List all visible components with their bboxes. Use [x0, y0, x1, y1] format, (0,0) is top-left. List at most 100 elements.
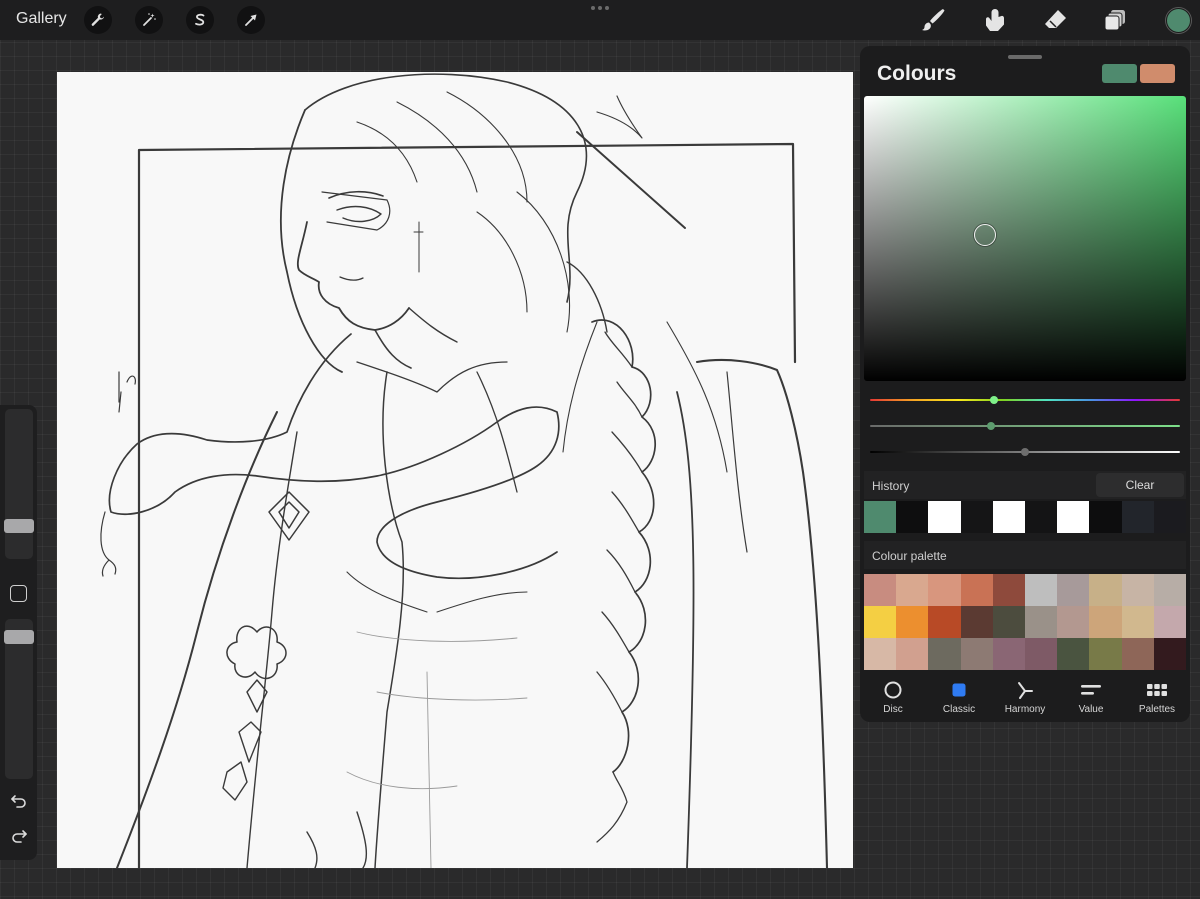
- history-swatch[interactable]: [992, 501, 1026, 533]
- secondary-color-swatch[interactable]: [1140, 64, 1175, 83]
- palette-swatch[interactable]: [1089, 638, 1122, 670]
- redo-button[interactable]: [8, 825, 30, 847]
- palette-swatch[interactable]: [1057, 574, 1090, 606]
- current-color-button[interactable]: [1166, 8, 1191, 33]
- palette-swatch[interactable]: [992, 638, 1025, 670]
- layers-button[interactable]: [1101, 5, 1131, 35]
- undo-button[interactable]: [8, 790, 30, 812]
- palette-label: Colour palette: [872, 549, 947, 563]
- history-swatch[interactable]: [1153, 501, 1187, 533]
- selection-icon: [195, 13, 205, 26]
- palette-swatch[interactable]: [864, 638, 897, 670]
- color-picker-reticle[interactable]: [974, 224, 996, 246]
- palette-swatch[interactable]: [896, 574, 929, 606]
- gallery-button[interactable]: Gallery: [16, 10, 67, 28]
- brush-size-slider[interactable]: [4, 409, 34, 559]
- palette-swatch[interactable]: [1057, 638, 1090, 670]
- more-dots-icon[interactable]: [590, 5, 610, 11]
- palette-swatch[interactable]: [992, 606, 1025, 638]
- modify-button[interactable]: [10, 585, 27, 602]
- palette-swatches: [864, 574, 1186, 670]
- history-swatch[interactable]: [1057, 501, 1090, 533]
- paint-tool-button[interactable]: [918, 5, 948, 35]
- palette-swatch[interactable]: [928, 638, 961, 670]
- wrench-icon: [91, 13, 104, 26]
- saturation-slider[interactable]: [870, 422, 1180, 430]
- tab-palettes[interactable]: Palettes: [1124, 674, 1190, 720]
- brightness-slider[interactable]: [870, 448, 1180, 456]
- palette-swatch[interactable]: [1025, 574, 1058, 606]
- palette-swatch[interactable]: [864, 606, 897, 638]
- transform-arrow-icon: [245, 14, 257, 26]
- tab-classic[interactable]: Classic: [926, 674, 992, 720]
- history-label: History: [872, 479, 910, 493]
- primary-color-swatch[interactable]: [1102, 64, 1137, 83]
- history-swatch[interactable]: [928, 501, 961, 533]
- value-sliders-icon: [1081, 685, 1101, 695]
- palette-swatch[interactable]: [1153, 574, 1186, 606]
- brush-size-thumb[interactable]: [4, 519, 34, 533]
- history-swatch[interactable]: [960, 501, 993, 533]
- opacity-thumb[interactable]: [4, 630, 34, 644]
- brightness-knob[interactable]: [1021, 448, 1029, 456]
- tab-harmony[interactable]: Harmony: [992, 674, 1058, 720]
- panel-title: Colours: [877, 62, 957, 85]
- palette-swatch[interactable]: [864, 574, 897, 606]
- palette-swatch[interactable]: [1025, 638, 1058, 670]
- tab-label: Value: [1078, 704, 1104, 715]
- tab-label: Classic: [942, 704, 976, 715]
- line-art-drawing: [100, 73, 829, 870]
- palette-swatch[interactable]: [992, 574, 1025, 606]
- erase-tool-button[interactable]: [1040, 5, 1070, 35]
- palette-swatch[interactable]: [1089, 606, 1122, 638]
- palette-swatch[interactable]: [928, 606, 961, 638]
- tab-disc[interactable]: Disc: [860, 674, 926, 720]
- panel-drag-handle[interactable]: [1008, 55, 1042, 59]
- harmony-icon: [1018, 682, 1033, 699]
- palette-swatch[interactable]: [1121, 574, 1154, 606]
- smudge-icon: [986, 9, 1004, 31]
- palettes-grid-icon: [1147, 684, 1167, 696]
- history-swatch[interactable]: [896, 501, 929, 533]
- history-swatch[interactable]: [1121, 501, 1154, 533]
- eraser-icon: [1045, 10, 1066, 28]
- tab-label: Palettes: [1138, 704, 1176, 715]
- palette-swatch[interactable]: [896, 606, 929, 638]
- hue-knob[interactable]: [990, 396, 998, 404]
- adjustments-button[interactable]: [135, 6, 163, 34]
- history-swatch[interactable]: [1089, 501, 1122, 533]
- smudge-tool-button[interactable]: [979, 5, 1009, 35]
- transform-button[interactable]: [237, 6, 265, 34]
- hue-slider[interactable]: [870, 396, 1180, 404]
- selection-button[interactable]: [186, 6, 214, 34]
- disc-icon: [884, 681, 902, 699]
- tab-label: Harmony: [1004, 704, 1046, 715]
- colours-panel: Colours History Clear Colour palette Dis…: [860, 46, 1190, 722]
- history-swatch[interactable]: [1025, 501, 1058, 533]
- palette-swatch[interactable]: [1089, 574, 1122, 606]
- palette-swatch[interactable]: [1121, 606, 1154, 638]
- top-toolbar: Gallery: [0, 0, 1200, 40]
- palette-swatch[interactable]: [896, 638, 929, 670]
- palette-swatch[interactable]: [928, 574, 961, 606]
- actions-button[interactable]: [84, 6, 112, 34]
- saturation-knob[interactable]: [986, 422, 995, 430]
- history-swatch[interactable]: [864, 501, 897, 533]
- saturation-brightness-square[interactable]: [864, 96, 1186, 381]
- palette-swatch[interactable]: [960, 574, 993, 606]
- left-sidebar: [0, 405, 37, 860]
- magic-wand-icon: [143, 13, 156, 26]
- drawing-canvas[interactable]: [57, 72, 853, 870]
- palette-swatch[interactable]: [1057, 606, 1090, 638]
- tab-value[interactable]: Value: [1058, 674, 1124, 720]
- palette-swatch[interactable]: [1153, 638, 1186, 670]
- palette-swatch[interactable]: [1153, 606, 1186, 638]
- palette-swatch[interactable]: [1025, 606, 1058, 638]
- palette-header: Colour palette: [864, 541, 1186, 569]
- clear-history-button[interactable]: Clear: [1096, 473, 1184, 497]
- palette-swatch[interactable]: [1121, 638, 1154, 670]
- opacity-slider[interactable]: [4, 619, 34, 779]
- classic-square-icon: [952, 683, 966, 697]
- palette-swatch[interactable]: [960, 638, 993, 670]
- palette-swatch[interactable]: [960, 606, 993, 638]
